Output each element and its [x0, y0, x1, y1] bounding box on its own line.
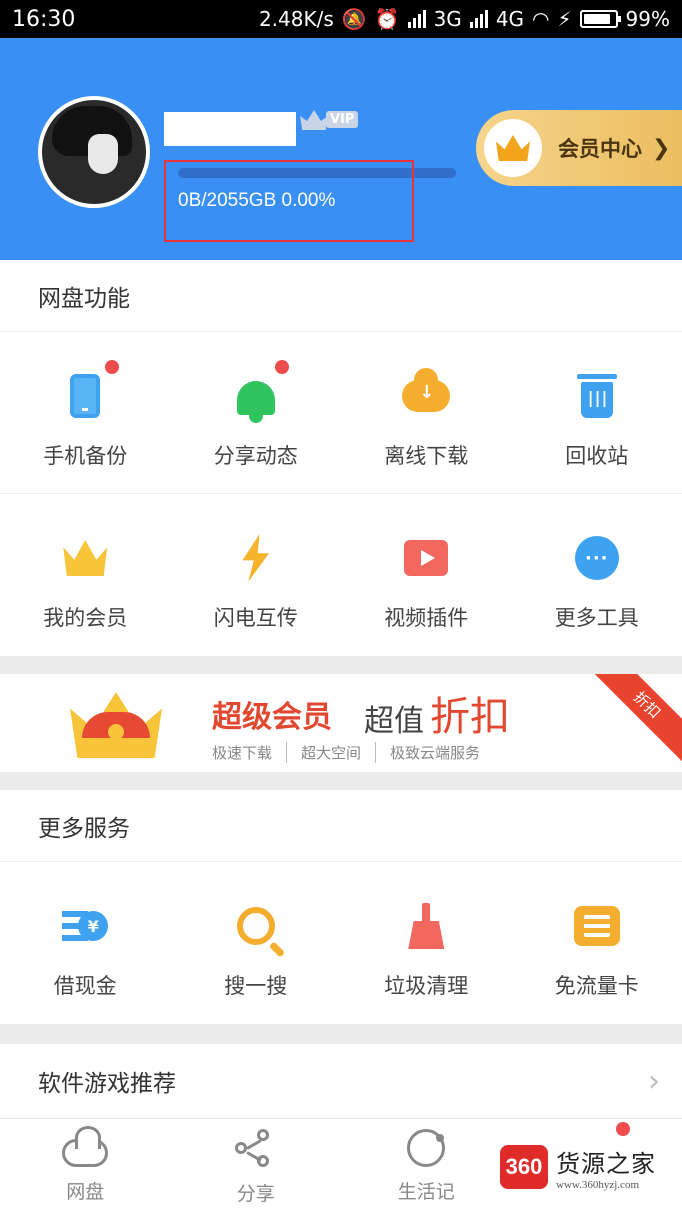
feature-video-plugin[interactable]: 视频插件 [341, 494, 512, 656]
battery-percent: 99% [625, 7, 670, 31]
feature-label: 回收站 [565, 444, 629, 468]
status-bar: 16:30 2.48K/s 🔕 ⏰ 3G 4G ◠ ⚡ 99% [0, 0, 682, 38]
sim-card-icon [573, 906, 620, 946]
feature-more-tools[interactable]: ··· 更多工具 [512, 494, 682, 656]
feature-label: 离线下载 [384, 444, 469, 468]
watermark-logo: 360 [500, 1145, 548, 1189]
services-section: 更多服务 ¥ 借现金 搜一搜 垃圾清理 免流量卡 [0, 790, 682, 1024]
network-type-1: 3G [433, 7, 462, 31]
banner-subtitles: 极速下载 超大空间 极致云端服务 [212, 742, 494, 763]
vip-label: VIP [326, 110, 359, 128]
feature-label: 闪电互传 [213, 606, 298, 630]
phone-icon [70, 374, 101, 418]
status-time: 16:30 [12, 6, 76, 32]
vip-crown-icon [300, 108, 328, 130]
services-row: ¥ 借现金 搜一搜 垃圾清理 免流量卡 [0, 862, 682, 1024]
lightning-icon [242, 534, 270, 582]
feature-offline-download[interactable]: 离线下载 [341, 332, 512, 493]
chevron-right-icon: › [648, 1063, 660, 1099]
tab-label: 分享 [236, 1183, 275, 1205]
crown-icon [496, 135, 530, 161]
feature-flash-transfer[interactable]: 闪电互传 [171, 494, 342, 656]
banner-title-3: 折扣 [430, 694, 510, 740]
tab-life-notes[interactable]: 生活记 [341, 1119, 512, 1212]
feature-label: 手机备份 [43, 444, 128, 468]
feature-share-feed[interactable]: 分享动态 [171, 332, 342, 493]
search-icon [236, 907, 275, 945]
avatar[interactable] [38, 96, 150, 208]
mute-icon: 🔕 [341, 7, 367, 31]
section-title: 更多服务 [0, 790, 682, 862]
feature-my-membership[interactable]: 我的会员 [0, 494, 171, 656]
notification-dot [275, 360, 289, 374]
broom-icon [408, 903, 444, 949]
status-indicators: 2.48K/s 🔕 ⏰ 3G 4G ◠ ⚡ 99% [259, 7, 670, 31]
section-title: 网盘功能 [0, 260, 682, 332]
feature-label: 视频插件 [384, 606, 469, 630]
tab-share[interactable]: 分享 [171, 1119, 342, 1212]
super-member-banner[interactable]: 超级会员 超值 折扣 极速下载 超大空间 极致云端服务 折扣 [0, 674, 682, 772]
tab-label: 网盘 [66, 1181, 105, 1203]
banner-title-2: 超值 [364, 704, 424, 739]
service-label: 借现金 [53, 974, 117, 998]
watermark-name: 货源之家 [556, 1149, 656, 1178]
vip-badge: VIP [300, 108, 359, 130]
feature-label: 分享动态 [213, 444, 298, 468]
network-speed: 2.48K/s [258, 7, 334, 31]
signal-icon [407, 10, 426, 28]
discount-ribbon: 折扣 [590, 674, 682, 762]
video-play-icon [404, 540, 449, 576]
chevron-right-icon: ❯ [652, 135, 671, 161]
watermark: 360 货源之家 www.360hyzj.com [500, 1140, 682, 1194]
share-icon [233, 1129, 279, 1169]
highlight-annotation-box [164, 160, 414, 242]
cloud-download-icon [402, 368, 451, 412]
banner-subtitle: 超大空间 [286, 742, 375, 763]
battery-icon [579, 10, 621, 28]
alarm-icon: ⏰ [374, 7, 400, 31]
feature-phone-backup[interactable]: 手机备份 [0, 332, 171, 493]
network-type-2: 4G [495, 7, 525, 31]
recommend-title: 软件游戏推荐 [38, 1071, 176, 1097]
trash-icon [576, 374, 617, 418]
signal-icon-2 [469, 10, 488, 28]
service-search[interactable]: 搜一搜 [171, 862, 342, 1024]
service-label: 免流量卡 [554, 974, 639, 998]
member-center-label: 会员中心 [558, 137, 642, 161]
software-game-recommend-row[interactable]: 软件游戏推荐 › [0, 1044, 682, 1118]
notification-dot [616, 1122, 630, 1136]
features-row-1: 手机备份 分享动态 离线下载 回收站 [0, 332, 682, 494]
banner-subtitle: 极致云端服务 [375, 742, 494, 763]
notification-dot [104, 360, 119, 374]
feature-label: 更多工具 [554, 606, 639, 630]
cloud-icon [62, 1126, 109, 1167]
username [164, 112, 296, 146]
watermark-url: www.360hyzj.com [556, 1178, 639, 1191]
service-label: 垃圾清理 [384, 974, 469, 998]
profile-header: VIP 0B/2055GB 0.00% 会员中心 ❯ [0, 38, 682, 260]
features-row-2: 我的会员 闪电互传 视频插件 ··· 更多工具 [0, 494, 682, 656]
service-junk-clean[interactable]: 垃圾清理 [341, 862, 512, 1024]
cash-icon: ¥ [62, 907, 109, 945]
features-section: 网盘功能 手机备份 分享动态 离线下载 回收站 我的会员 闪电互传 [0, 260, 682, 656]
service-borrow-cash[interactable]: ¥ 借现金 [0, 862, 171, 1024]
crown-icon [63, 540, 108, 576]
wifi-icon: ◠ [532, 7, 550, 31]
tab-label: 生活记 [397, 1181, 455, 1203]
charging-icon: ⚡ [557, 7, 572, 31]
life-icon [407, 1129, 446, 1167]
feature-label: 我的会员 [43, 606, 128, 630]
member-center-button[interactable]: 会员中心 ❯ [476, 110, 682, 186]
bell-icon [236, 381, 275, 423]
banner-title: 超级会员 [212, 700, 332, 735]
service-free-data-card[interactable]: 免流量卡 [512, 862, 682, 1024]
service-label: 搜一搜 [224, 974, 288, 998]
feature-recycle-bin[interactable]: 回收站 [512, 332, 682, 493]
more-icon: ··· [574, 536, 619, 580]
banner-subtitle: 极速下载 [212, 744, 273, 762]
tab-netdisk[interactable]: 网盘 [0, 1119, 171, 1212]
